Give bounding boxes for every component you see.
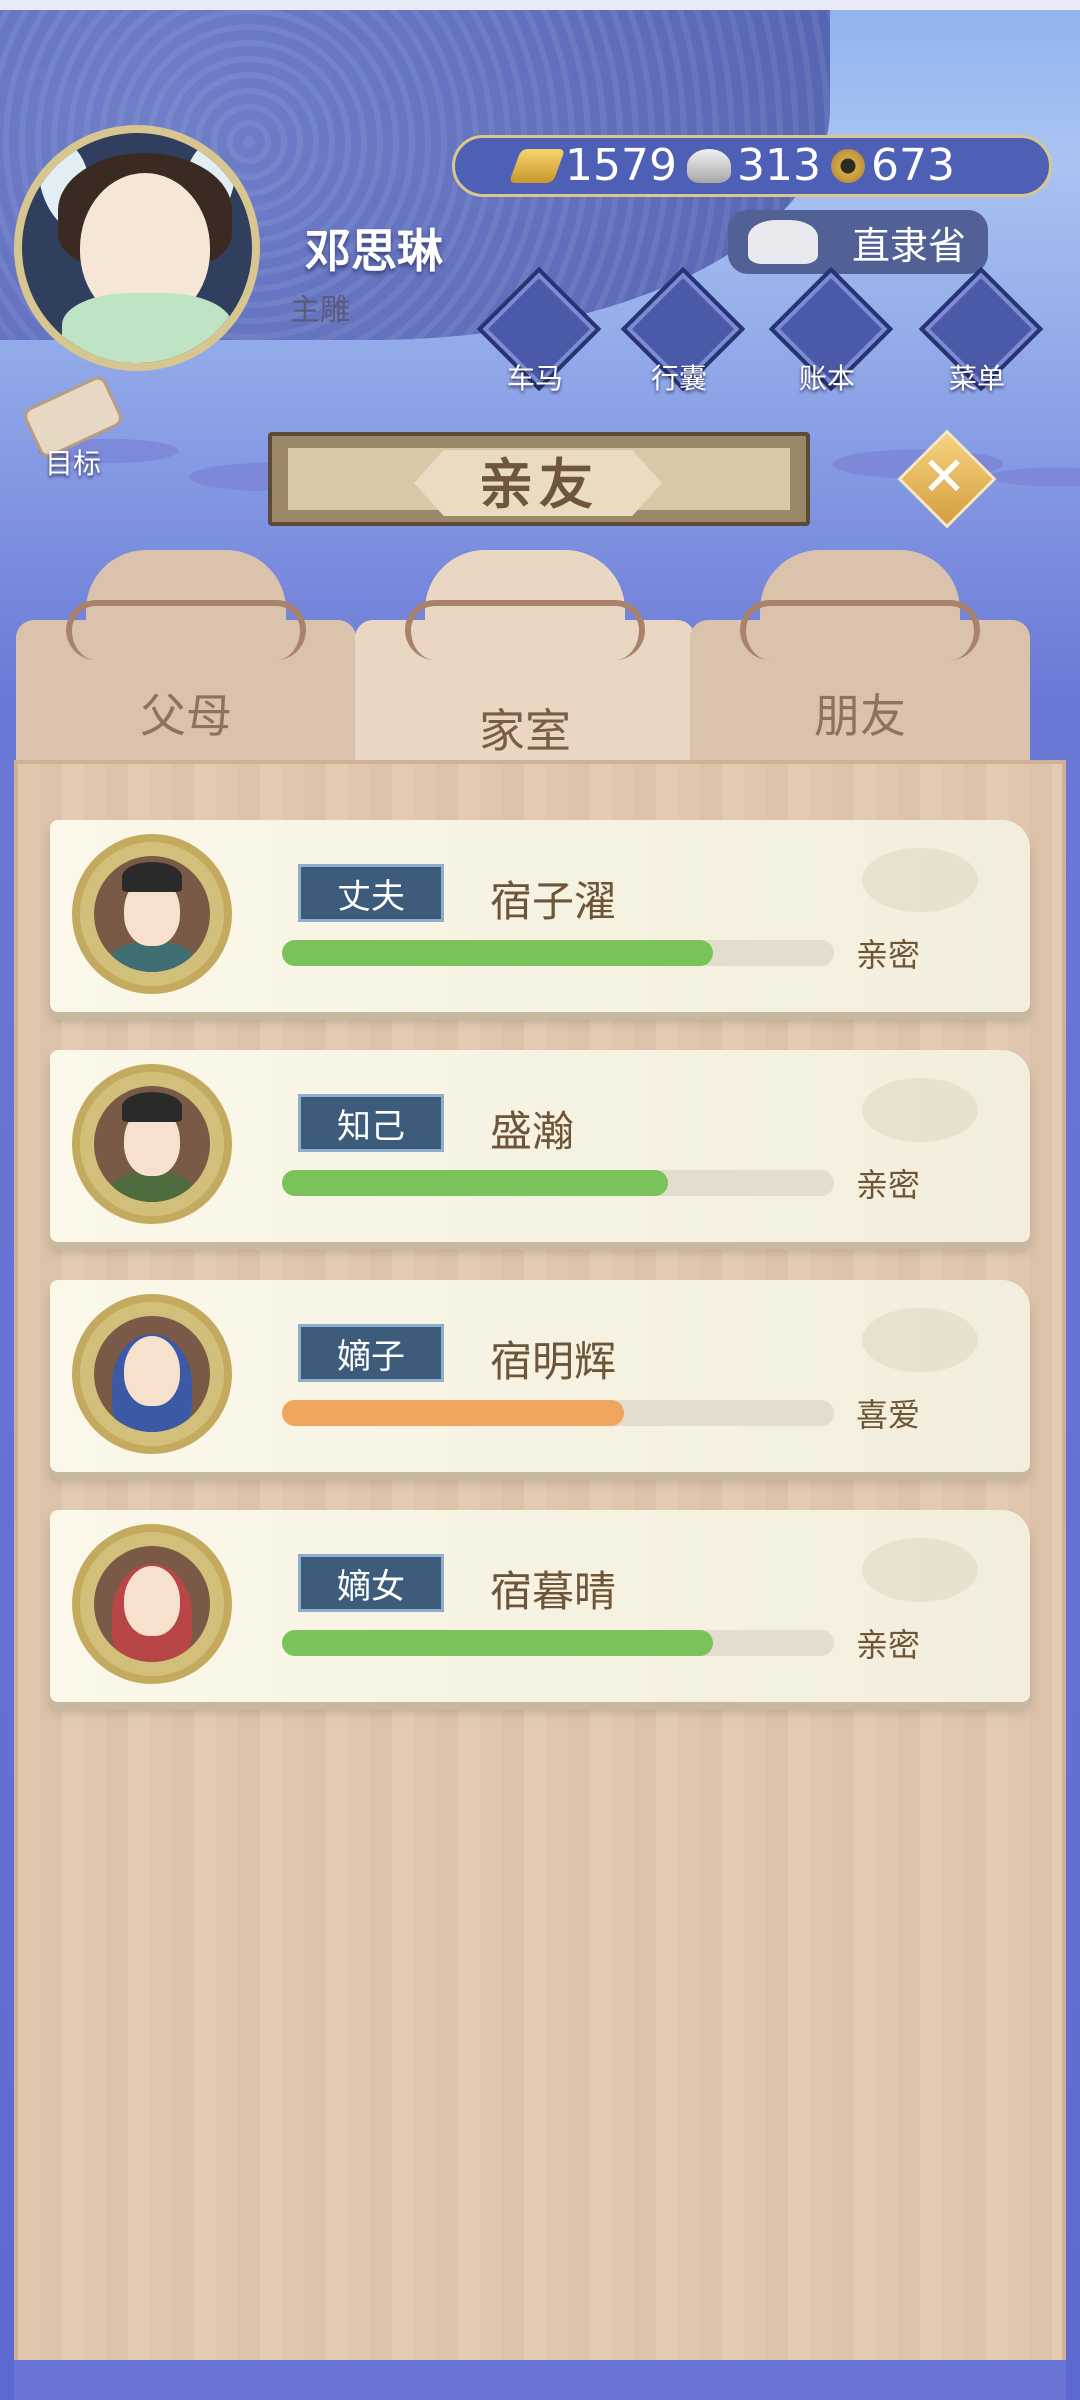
portrait-cloth	[112, 942, 192, 972]
currency-bar: 1579 313 673	[452, 135, 1052, 197]
portrait-face	[124, 1336, 180, 1406]
affinity-fill	[282, 1400, 625, 1426]
portrait-face	[124, 1566, 180, 1636]
cloud-ornament-icon	[66, 600, 306, 660]
silver-amount: 313	[736, 140, 821, 191]
list-item[interactable]: 嫡子 宿明辉 喜爱	[50, 1280, 1030, 1472]
silver-ingot-icon	[686, 149, 731, 183]
player-rank: 主雕	[290, 293, 350, 328]
close-icon: ✕	[921, 444, 967, 508]
relation-role-badge: 知己	[298, 1094, 444, 1152]
goal-button[interactable]: 目标	[18, 373, 128, 480]
portrait-hair	[122, 1092, 182, 1122]
gold-ingot-icon	[508, 149, 566, 183]
character-portrait	[72, 1064, 232, 1224]
page-title: 亲友	[479, 452, 599, 516]
tab-label: 家室	[479, 704, 571, 758]
tab-parents[interactable]: 父母	[16, 550, 356, 770]
relation-role-badge: 嫡子	[298, 1324, 444, 1382]
affinity-fill	[282, 1630, 713, 1656]
portrait-bg	[94, 1546, 210, 1662]
affinity-status: 亲密	[856, 1166, 921, 1204]
portrait-bg	[94, 1316, 210, 1432]
affinity-bar	[282, 1400, 834, 1426]
affinity-fill	[282, 1170, 669, 1196]
card-decoration	[830, 1060, 1010, 1160]
character-name: 宿暮晴	[490, 1567, 617, 1616]
player-avatar[interactable]	[14, 125, 260, 371]
top-edge	[0, 0, 1080, 10]
character-portrait	[72, 834, 232, 994]
list-item[interactable]: 嫡女 宿暮晴 亲密	[50, 1510, 1030, 1702]
region-label: 直隶省	[851, 223, 966, 268]
copper-amount: 673	[870, 140, 955, 191]
affinity-status: 亲密	[856, 936, 921, 974]
brush-icon	[748, 220, 818, 264]
portrait-hair	[122, 862, 182, 892]
affinity-status: 喜爱	[856, 1396, 921, 1434]
card-decoration	[830, 830, 1010, 930]
portrait-bg	[94, 1086, 210, 1202]
ledger-button[interactable]: 账本	[768, 266, 894, 395]
close-button[interactable]: ✕	[897, 429, 997, 529]
copper-currency: 673	[830, 140, 955, 191]
portrait-bg	[94, 856, 210, 972]
tab-label: 朋友	[814, 689, 906, 743]
cloud-ornament-icon	[740, 600, 980, 660]
character-portrait	[72, 1524, 232, 1684]
bag-label: 行囊	[650, 362, 707, 395]
portrait-cloth	[112, 1172, 192, 1202]
copper-coin-icon	[830, 149, 865, 183]
gold-amount: 1579	[565, 140, 677, 191]
carriage-button[interactable]: 车马	[476, 266, 602, 395]
goal-label: 目标	[44, 447, 101, 480]
affinity-bar	[282, 1170, 834, 1196]
relation-role-badge: 嫡女	[298, 1554, 444, 1612]
bag-button[interactable]: 行囊	[620, 266, 746, 395]
affinity-bar	[282, 940, 834, 966]
list-item[interactable]: 知己 盛瀚 亲密	[50, 1050, 1030, 1242]
avatar-robe	[62, 293, 232, 363]
character-name: 宿明辉	[490, 1337, 617, 1386]
character-portrait	[72, 1294, 232, 1454]
ledger-label: 账本	[798, 362, 855, 395]
player-name: 邓思琳	[305, 224, 443, 278]
affinity-status: 亲密	[856, 1626, 921, 1664]
menu-label: 菜单	[948, 362, 1005, 395]
tab-family[interactable]: 家室	[355, 550, 695, 770]
cloud-ornament-icon	[405, 600, 645, 660]
page-title-banner: 亲友	[268, 432, 810, 526]
card-decoration	[830, 1290, 1010, 1390]
gold-currency: 1579	[508, 140, 677, 191]
list-item[interactable]: 丈夫 宿子濯 亲密	[50, 820, 1030, 1012]
tab-friends[interactable]: 朋友	[690, 550, 1030, 770]
silver-currency: 313	[686, 140, 821, 191]
character-name: 宿子濯	[490, 877, 617, 926]
menu-button[interactable]: 菜单	[918, 266, 1044, 395]
affinity-bar	[282, 1630, 834, 1656]
relation-role-badge: 丈夫	[298, 864, 444, 922]
character-name: 盛瀚	[490, 1107, 575, 1156]
card-decoration	[830, 1520, 1010, 1620]
tab-label: 父母	[140, 689, 232, 743]
carriage-label: 车马	[506, 362, 563, 395]
affinity-fill	[282, 940, 713, 966]
region-button[interactable]: 直隶省	[728, 210, 988, 274]
